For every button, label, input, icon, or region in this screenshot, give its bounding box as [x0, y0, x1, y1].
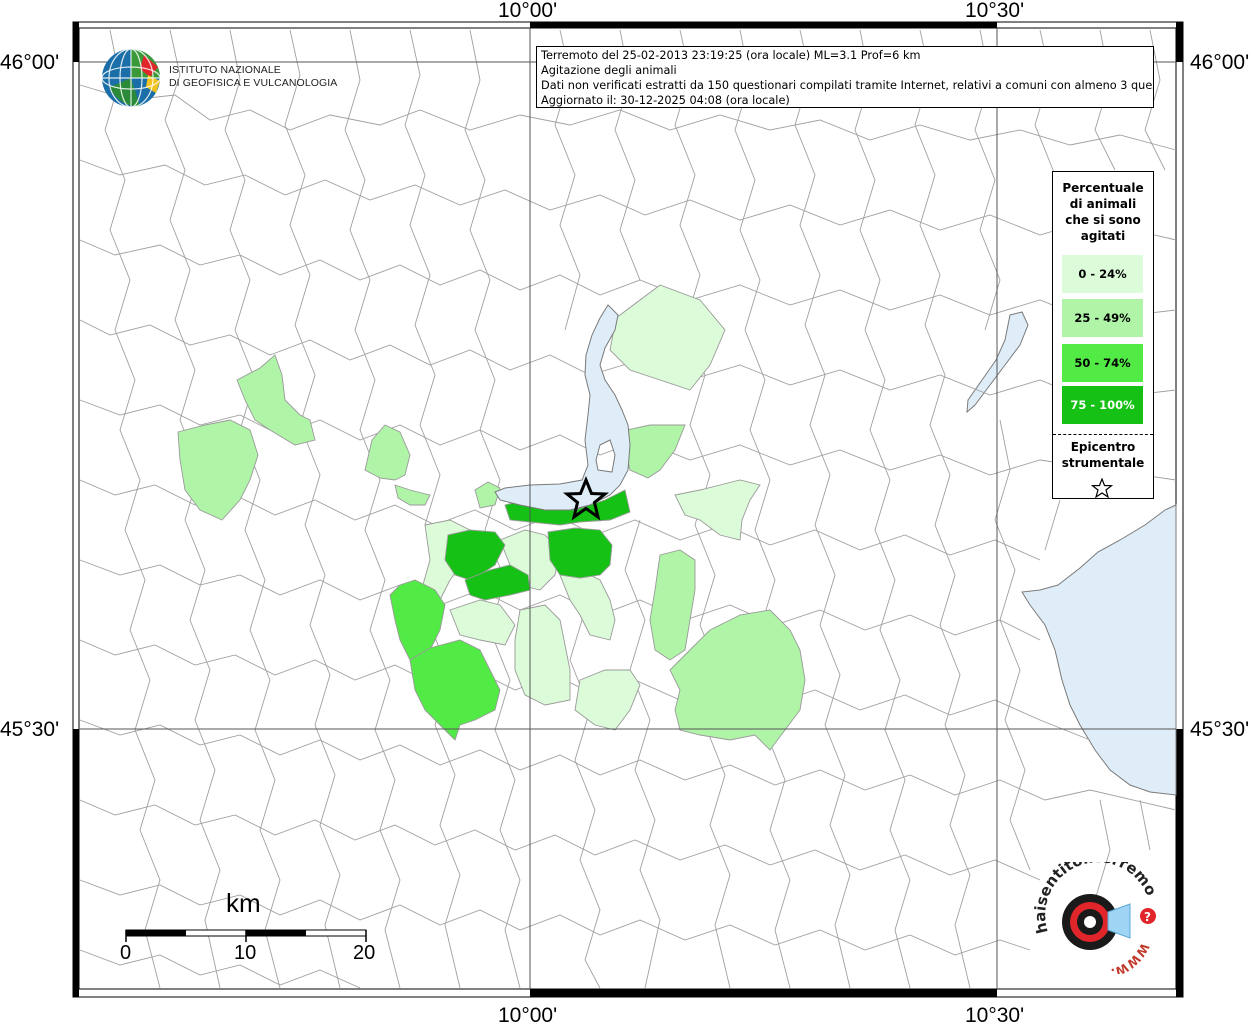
lat-tick-left-46-00: 46°00': [0, 51, 59, 74]
lat-tick-right-46-00: 46°00': [1190, 51, 1249, 74]
ingv-globe-icon: [101, 48, 161, 108]
lon-tick-bottom-10-00: 10°00': [498, 1004, 557, 1024]
event-info-line4: Aggiornato il: 30-12-2025 04:08 (ora loc…: [541, 94, 790, 107]
lat-tick-left-45-30: 45°30': [0, 718, 59, 741]
event-info-line2: Agitazione degli animali: [541, 64, 677, 77]
event-info-line3: Dati non verificati estratti da 150 ques…: [541, 79, 1154, 92]
legend-item-25-49: 25 - 49%: [1062, 299, 1143, 337]
legend-epicenter-line2: strumentale: [1061, 456, 1145, 470]
legend-item-75-100: 75 - 100%: [1062, 386, 1143, 424]
legend: Percentuale di animali che si sono agita…: [1052, 171, 1154, 499]
lon-tick-top-10-30: 10°30': [965, 0, 1024, 22]
lon-tick-top-10-00: 10°00': [498, 0, 557, 22]
ingv-name-line1: ISTITUTO NAZIONALE: [169, 64, 281, 76]
legend-title-line4: agitati: [1080, 229, 1126, 243]
lat-tick-right-45-30: 45°30': [1190, 718, 1249, 741]
ingv-name: ISTITUTO NAZIONALE DI GEOFISICA E VULCAN…: [169, 64, 337, 90]
svg-text:?: ?: [1144, 910, 1151, 924]
haisentito-logo: haisentitoilterremoto.it WWW. ?: [1030, 862, 1160, 974]
scale-label-20: 20: [353, 942, 376, 964]
brand-text-www: WWW.: [1109, 941, 1151, 974]
scale-label-10: 10: [234, 942, 257, 964]
legend-title-line2: di animali: [1069, 197, 1137, 211]
legend-item-50-74: 50 - 74%: [1062, 344, 1143, 382]
legend-title-line1: Percentuale: [1062, 181, 1144, 195]
scale-unit: km: [226, 888, 261, 918]
legend-epicenter-title: Epicentro strumentale: [1053, 439, 1153, 471]
lon-tick-bottom-10-30: 10°30': [965, 1004, 1024, 1024]
scale-label-0: 0: [120, 942, 132, 964]
legend-separator: [1053, 434, 1153, 435]
event-info-box: Terremoto del 25-02-2013 23:19:25 (ora l…: [536, 46, 1154, 108]
star-icon: [1091, 478, 1113, 498]
ingv-name-line2: DI GEOFISICA E VULCANOLOGIA: [169, 77, 338, 89]
legend-title-line3: che si sono: [1065, 213, 1141, 227]
legend-item-0-24: 0 - 24%: [1062, 255, 1143, 293]
legend-epicenter-line1: Epicentro: [1070, 440, 1136, 454]
legend-title: Percentuale di animali che si sono agita…: [1053, 180, 1153, 244]
event-info-line1: Terremoto del 25-02-2013 23:19:25 (ora l…: [541, 49, 921, 62]
svg-text:WWW.: WWW.: [1109, 941, 1151, 974]
